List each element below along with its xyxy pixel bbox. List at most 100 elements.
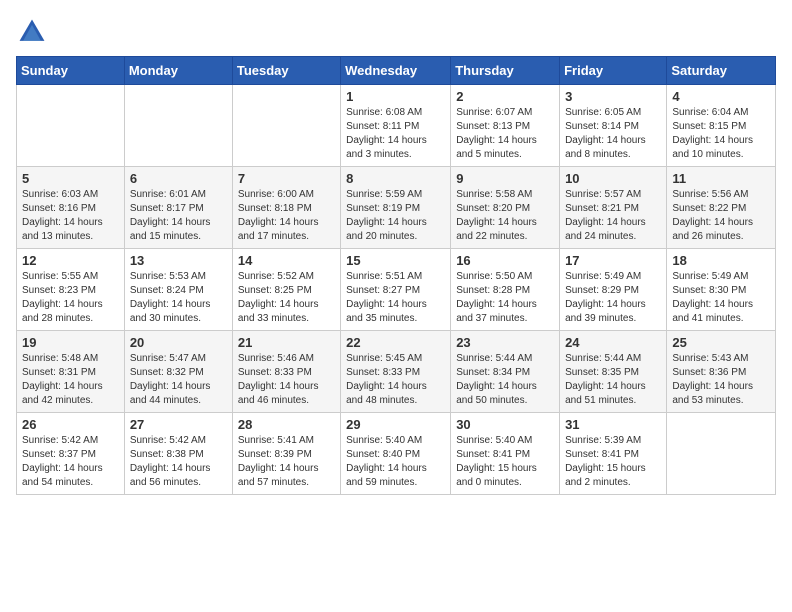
day-number: 27 — [130, 417, 227, 432]
day-info: Sunrise: 5:43 AM Sunset: 8:36 PM Dayligh… — [672, 352, 770, 408]
calendar-week-row: 26 Sunrise: 5:42 AM Sunset: 8:37 PM Dayli… — [17, 413, 776, 495]
day-number: 21 — [238, 335, 335, 350]
day-info: Sunrise: 6:04 AM Sunset: 8:15 PM Dayligh… — [672, 106, 770, 162]
day-info: Sunrise: 6:03 AM Sunset: 8:16 PM Dayligh… — [22, 188, 119, 244]
header-row — [16, 16, 776, 48]
calendar-cell — [232, 85, 340, 167]
calendar-cell: 25 Sunrise: 5:43 AM Sunset: 8:36 PM Dayli… — [667, 331, 776, 413]
day-info: Sunrise: 5:53 AM Sunset: 8:24 PM Dayligh… — [130, 270, 227, 326]
day-info: Sunrise: 5:45 AM Sunset: 8:33 PM Dayligh… — [346, 352, 445, 408]
calendar-cell: 13 Sunrise: 5:53 AM Sunset: 8:24 PM Dayli… — [124, 249, 232, 331]
logo-icon — [16, 16, 48, 48]
calendar-cell: 6 Sunrise: 6:01 AM Sunset: 8:17 PM Daylig… — [124, 167, 232, 249]
calendar-cell: 1 Sunrise: 6:08 AM Sunset: 8:11 PM Daylig… — [341, 85, 451, 167]
day-number: 13 — [130, 253, 227, 268]
day-number: 5 — [22, 171, 119, 186]
day-number: 9 — [456, 171, 554, 186]
day-info: Sunrise: 6:01 AM Sunset: 8:17 PM Dayligh… — [130, 188, 227, 244]
day-number: 10 — [565, 171, 661, 186]
day-number: 25 — [672, 335, 770, 350]
day-info: Sunrise: 5:56 AM Sunset: 8:22 PM Dayligh… — [672, 188, 770, 244]
calendar-cell: 24Sunrise: 5:44 AM Sunset: 8:35 PM Dayli… — [560, 331, 667, 413]
calendar-week-row: 1 Sunrise: 6:08 AM Sunset: 8:11 PM Daylig… — [17, 85, 776, 167]
day-info: Sunrise: 5:44 AM Sunset: 8:34 PM Dayligh… — [456, 352, 554, 408]
day-number: 6 — [130, 171, 227, 186]
calendar-cell: 22 Sunrise: 5:45 AM Sunset: 8:33 PM Dayli… — [341, 331, 451, 413]
day-number: 15 — [346, 253, 445, 268]
day-number: 4 — [672, 89, 770, 104]
day-info: Sunrise: 5:55 AM Sunset: 8:23 PM Dayligh… — [22, 270, 119, 326]
weekday-header: Friday — [560, 57, 667, 85]
calendar-cell: 23 Sunrise: 5:44 AM Sunset: 8:34 PM Dayli… — [451, 331, 560, 413]
day-info: Sunrise: 5:49 AM Sunset: 8:29 PM Dayligh… — [565, 270, 661, 326]
calendar-cell: 21 Sunrise: 5:46 AM Sunset: 8:33 PM Dayli… — [232, 331, 340, 413]
calendar-week-row: 12 Sunrise: 5:55 AM Sunset: 8:23 PM Dayli… — [17, 249, 776, 331]
calendar-cell: 7 Sunrise: 6:00 AM Sunset: 8:18 PM Daylig… — [232, 167, 340, 249]
calendar-container: SundayMondayTuesdayWednesdayThursdayFrid… — [0, 0, 792, 507]
calendar-cell: 5 Sunrise: 6:03 AM Sunset: 8:16 PM Daylig… — [17, 167, 125, 249]
calendar-cell: 3 Sunrise: 6:05 AM Sunset: 8:14 PM Daylig… — [560, 85, 667, 167]
day-number: 19 — [22, 335, 119, 350]
calendar-week-row: 19 Sunrise: 5:48 AM Sunset: 8:31 PM Dayli… — [17, 331, 776, 413]
calendar-table: SundayMondayTuesdayWednesdayThursdayFrid… — [16, 56, 776, 495]
day-info: Sunrise: 6:07 AM Sunset: 8:13 PM Dayligh… — [456, 106, 554, 162]
day-info: Sunrise: 6:00 AM Sunset: 8:18 PM Dayligh… — [238, 188, 335, 244]
day-info: Sunrise: 6:05 AM Sunset: 8:14 PM Dayligh… — [565, 106, 661, 162]
day-info: Sunrise: 5:47 AM Sunset: 8:32 PM Dayligh… — [130, 352, 227, 408]
day-number: 1 — [346, 89, 445, 104]
day-info: Sunrise: 5:59 AM Sunset: 8:19 PM Dayligh… — [346, 188, 445, 244]
day-info: Sunrise: 5:40 AM Sunset: 8:40 PM Dayligh… — [346, 434, 445, 490]
day-number: 14 — [238, 253, 335, 268]
day-number: 16 — [456, 253, 554, 268]
day-info: Sunrise: 5:48 AM Sunset: 8:31 PM Dayligh… — [22, 352, 119, 408]
day-number: 23 — [456, 335, 554, 350]
day-info: Sunrise: 5:50 AM Sunset: 8:28 PM Dayligh… — [456, 270, 554, 326]
calendar-cell: 10 Sunrise: 5:57 AM Sunset: 8:21 PM Dayli… — [560, 167, 667, 249]
day-info: Sunrise: 5:52 AM Sunset: 8:25 PM Dayligh… — [238, 270, 335, 326]
day-number: 22 — [346, 335, 445, 350]
day-info: Sunrise: 5:57 AM Sunset: 8:21 PM Dayligh… — [565, 188, 661, 244]
weekday-header-row: SundayMondayTuesdayWednesdayThursdayFrid… — [17, 57, 776, 85]
weekday-header: Wednesday — [341, 57, 451, 85]
calendar-cell: 16 Sunrise: 5:50 AM Sunset: 8:28 PM Dayli… — [451, 249, 560, 331]
day-info: Sunrise: 6:08 AM Sunset: 8:11 PM Dayligh… — [346, 106, 445, 162]
calendar-cell: 27Sunrise: 5:42 AM Sunset: 8:38 PM Dayli… — [124, 413, 232, 495]
calendar-cell: 26 Sunrise: 5:42 AM Sunset: 8:37 PM Dayli… — [17, 413, 125, 495]
calendar-cell — [17, 85, 125, 167]
calendar-week-row: 5 Sunrise: 6:03 AM Sunset: 8:16 PM Daylig… — [17, 167, 776, 249]
calendar-cell: 15Sunrise: 5:51 AM Sunset: 8:27 PM Dayli… — [341, 249, 451, 331]
calendar-cell: 28 Sunrise: 5:41 AM Sunset: 8:39 PM Dayli… — [232, 413, 340, 495]
day-info: Sunrise: 5:58 AM Sunset: 8:20 PM Dayligh… — [456, 188, 554, 244]
day-info: Sunrise: 5:41 AM Sunset: 8:39 PM Dayligh… — [238, 434, 335, 490]
calendar-cell: 9 Sunrise: 5:58 AM Sunset: 8:20 PM Daylig… — [451, 167, 560, 249]
day-number: 30 — [456, 417, 554, 432]
day-info: Sunrise: 5:44 AM Sunset: 8:35 PM Dayligh… — [565, 352, 661, 408]
day-info: Sunrise: 5:39 AM Sunset: 8:41 PM Dayligh… — [565, 434, 661, 490]
weekday-header: Thursday — [451, 57, 560, 85]
calendar-cell: 4 Sunrise: 6:04 AM Sunset: 8:15 PM Daylig… — [667, 85, 776, 167]
calendar-cell — [667, 413, 776, 495]
day-number: 26 — [22, 417, 119, 432]
day-number: 3 — [565, 89, 661, 104]
day-number: 28 — [238, 417, 335, 432]
calendar-cell: 14 Sunrise: 5:52 AM Sunset: 8:25 PM Dayli… — [232, 249, 340, 331]
weekday-header: Monday — [124, 57, 232, 85]
day-number: 18 — [672, 253, 770, 268]
calendar-cell: 30 Sunrise: 5:40 AM Sunset: 8:41 PM Dayli… — [451, 413, 560, 495]
day-info: Sunrise: 5:42 AM Sunset: 8:37 PM Dayligh… — [22, 434, 119, 490]
day-number: 29 — [346, 417, 445, 432]
calendar-cell: 8Sunrise: 5:59 AM Sunset: 8:19 PM Daylig… — [341, 167, 451, 249]
day-info: Sunrise: 5:46 AM Sunset: 8:33 PM Dayligh… — [238, 352, 335, 408]
day-number: 17 — [565, 253, 661, 268]
day-number: 7 — [238, 171, 335, 186]
calendar-cell — [124, 85, 232, 167]
day-number: 12 — [22, 253, 119, 268]
calendar-cell: 2Sunrise: 6:07 AM Sunset: 8:13 PM Daylig… — [451, 85, 560, 167]
calendar-cell: 19 Sunrise: 5:48 AM Sunset: 8:31 PM Dayli… — [17, 331, 125, 413]
calendar-cell: 12 Sunrise: 5:55 AM Sunset: 8:23 PM Dayli… — [17, 249, 125, 331]
day-info: Sunrise: 5:40 AM Sunset: 8:41 PM Dayligh… — [456, 434, 554, 490]
calendar-cell: 11Sunrise: 5:56 AM Sunset: 8:22 PM Dayli… — [667, 167, 776, 249]
logo — [16, 16, 52, 48]
weekday-header: Saturday — [667, 57, 776, 85]
day-number: 31 — [565, 417, 661, 432]
